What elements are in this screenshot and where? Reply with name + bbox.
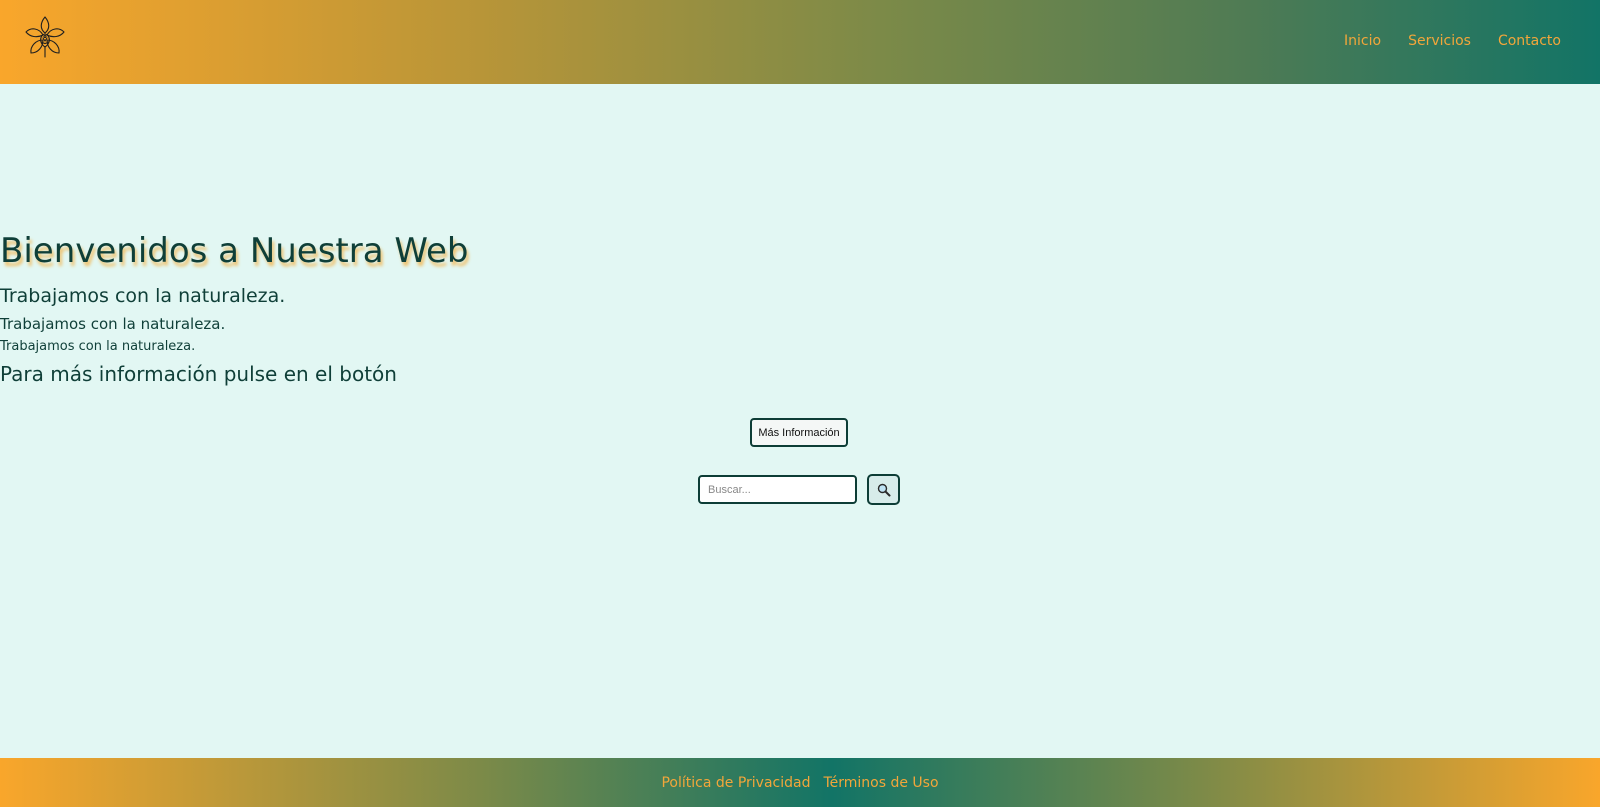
more-info-button[interactable]: Más Información: [750, 418, 848, 447]
nav-link-contacto[interactable]: Contacto: [1498, 31, 1561, 51]
search-input[interactable]: [698, 475, 857, 504]
subtitle-large: Trabajamos con la naturaleza.: [0, 285, 286, 307]
privacy-policy-link[interactable]: Política de Privacidad: [661, 773, 810, 793]
footer-links: Política de Privacidad Términos de Uso: [0, 773, 1600, 793]
site-header: Inicio Servicios Contacto: [0, 0, 1600, 84]
subtitle-medium: Trabajamos con la naturaleza.: [0, 315, 226, 333]
orchid-flower-icon: [25, 16, 65, 58]
nav-link-inicio[interactable]: Inicio: [1344, 31, 1381, 51]
magnifier-icon: [877, 483, 890, 496]
info-text: Para más información pulse en el botón: [0, 362, 397, 386]
main-content: Bienvenidos a Nuestra Web Trabajamos con…: [0, 84, 1600, 758]
page: Inicio Servicios Contacto Bienvenidos a …: [0, 0, 1600, 807]
main-nav: Inicio Servicios Contacto: [1344, 31, 1561, 51]
logo[interactable]: [22, 14, 68, 60]
terms-of-use-link[interactable]: Términos de Uso: [823, 773, 938, 793]
nav-link-servicios[interactable]: Servicios: [1408, 31, 1471, 51]
page-title: Bienvenidos a Nuestra Web: [0, 231, 469, 271]
subtitle-small: Trabajamos con la naturaleza.: [0, 339, 196, 354]
search-button[interactable]: [867, 474, 900, 505]
site-footer: Política de Privacidad Términos de Uso: [0, 758, 1600, 807]
